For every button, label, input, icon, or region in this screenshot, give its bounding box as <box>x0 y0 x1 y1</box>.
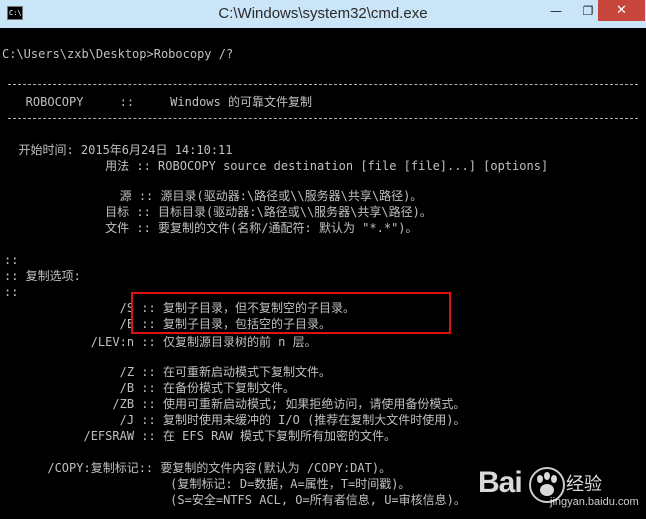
file-line: 文件 :: 要复制的文件(名称/通配符: 默认为 "*.*")。 <box>4 221 418 235</box>
highlight-annotation-box <box>131 292 451 334</box>
header-line: ROBOCOPY :: Windows 的可靠文件复制 <box>4 95 312 109</box>
section-separator: :: <box>4 285 19 299</box>
minimize-button[interactable]: — <box>542 0 570 22</box>
window-title: C:\Windows\system32\cmd.exe <box>218 5 428 22</box>
title-bar[interactable]: C:\ C:\Windows\system32\cmd.exe — ❐ ✕ <box>0 0 646 28</box>
option-zb-line: /ZB :: 使用可重新启动模式; 如果拒绝访问，请使用备份模式。 <box>4 397 466 411</box>
copy-options-heading: :: 复制选项: <box>4 269 81 283</box>
close-button[interactable]: ✕ <box>598 0 645 21</box>
option-efsraw-line: /EFSRAW :: 在 EFS RAW 模式下复制所有加密的文件。 <box>4 429 396 443</box>
start-time-line: 开始时间: 2015年6月24日 14:10:11 <box>4 143 233 157</box>
watermark-sub-text: 经验 <box>566 474 602 495</box>
section-separator: :: <box>4 253 19 267</box>
watermark-logo-text: Bai <box>478 466 523 499</box>
option-copy-line: /COPY:复制标记:: 要复制的文件内容(默认为 /COPY:DAT)。 <box>4 461 392 475</box>
option-b-line: /B :: 在备份模式下复制文件。 <box>4 381 295 395</box>
baidu-watermark: Bai 经验 jingyan.baidu.com <box>478 462 646 512</box>
source-line: 源 :: 源目录(驱动器:\路径或\\服务器\共享\路径)。 <box>4 189 423 203</box>
command-prompt-line: C:\Users\zxb\Desktop>Robocopy /? <box>2 47 234 61</box>
separator-top <box>8 84 638 85</box>
destination-line: 目标 :: 目标目录(驱动器:\路径或\\服务器\共享\路径)。 <box>4 205 432 219</box>
console-output[interactable]: C:\Users\zxb\Desktop>Robocopy /? ROBOCOP… <box>0 28 646 519</box>
option-lev-line: /LEV:n :: 仅复制源目录树的前 n 层。 <box>4 335 317 349</box>
separator-bottom <box>8 118 638 119</box>
copy-flags-line: (S=安全=NTFS ACL, O=所有者信息, U=审核信息)。 <box>4 493 466 507</box>
usage-line: 用法 :: ROBOCOPY source destination [file … <box>4 159 549 173</box>
option-z-line: /Z :: 在可重新启动模式下复制文件。 <box>4 365 331 379</box>
copy-flags-line: (复制标记: D=数据，A=属性，T=时间戳)。 <box>4 477 411 491</box>
option-j-line: /J :: 复制时使用未缓冲的 I/O (推荐在复制大文件时使用)。 <box>4 413 466 427</box>
watermark-url: jingyan.baidu.com <box>550 496 639 508</box>
